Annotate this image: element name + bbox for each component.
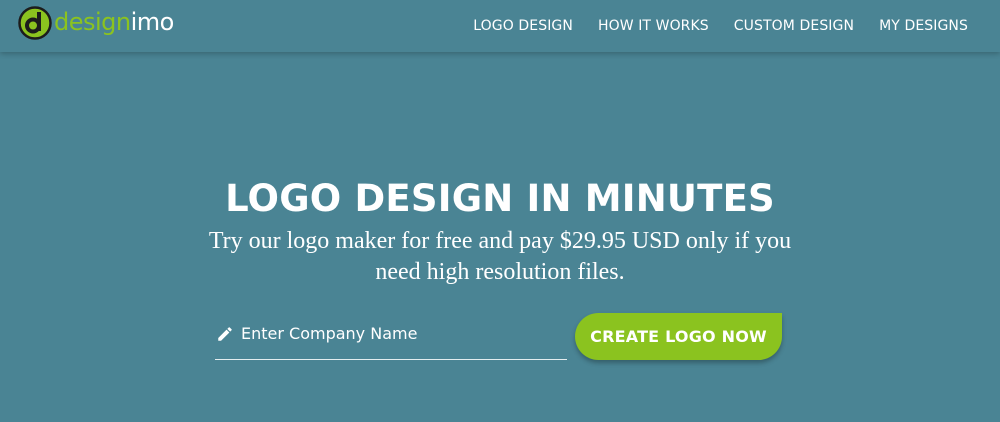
logo-wordmark-imo: imo <box>130 7 175 36</box>
designimo-logo-icon <box>18 6 52 40</box>
nav-logo-design[interactable]: LOGO DESIGN <box>473 18 573 34</box>
logo-wordmark: designimo <box>54 5 174 39</box>
company-name-input[interactable] <box>234 313 567 354</box>
hero-subtitle: Try our logo maker for free and pay $29.… <box>208 228 792 285</box>
logo-wordmark-design: design <box>54 7 131 36</box>
main-nav: LOGO DESIGN HOW IT WORKS CUSTOM DESIGN M… <box>448 0 968 52</box>
site-header: designimo LOGO DESIGN HOW IT WORKS CUSTO… <box>0 0 1000 52</box>
nav-my-designs[interactable]: MY DESIGNS <box>879 18 968 34</box>
nav-custom-design[interactable]: CUSTOM DESIGN <box>734 18 854 34</box>
designimo-logo[interactable]: designimo <box>18 6 174 40</box>
nav-how-it-works[interactable]: HOW IT WORKS <box>598 18 709 34</box>
company-name-field <box>215 313 567 360</box>
pencil-icon <box>218 326 232 341</box>
hero-title: LOGO DESIGN IN MINUTES <box>225 177 775 220</box>
create-logo-now-button[interactable]: CREATE LOGO NOW <box>575 313 782 360</box>
